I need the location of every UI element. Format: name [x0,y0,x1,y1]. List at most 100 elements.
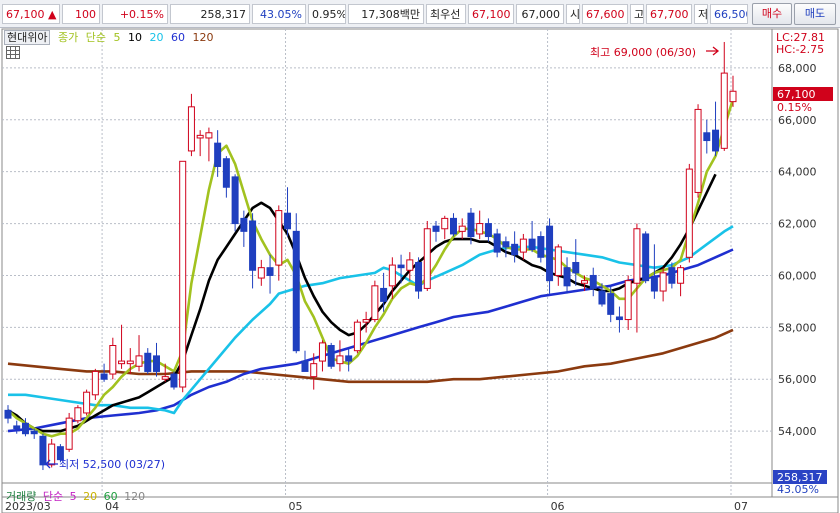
candle-body [467,212,475,238]
last-price-label: 67,100 [777,88,816,101]
volume-label: 거래량 [6,490,37,503]
candle [694,104,702,198]
candle-body [196,134,204,139]
ma-type-label: 단순 [85,31,106,44]
candle [685,163,693,263]
candle-body [720,72,728,149]
current-price: 67,100 [6,8,45,21]
candle-body [257,267,265,279]
candle-body [205,132,213,139]
candle [292,213,300,354]
low-price: 66,500 [710,4,748,24]
legend-ma60[interactable]: 60 [171,31,185,44]
y-tick-label: 60,000 [778,269,817,282]
x-tick-label: 06 [551,500,565,513]
candle [642,231,650,284]
buy-button[interactable]: 매수 [752,3,792,25]
candle-body [362,319,370,323]
volume-ma120[interactable]: 120 [124,490,145,503]
candle-body [642,233,650,282]
stock-chart[interactable]: 68,000 66,000 64,000 62,000 60,000 58,000 56,0… [0,28,840,513]
volume-pct-label: 43.05% [777,483,819,496]
candle-body [449,217,457,235]
candle-body [668,267,676,284]
candle-body [729,90,737,103]
candle-body [109,345,117,375]
volume-ma60[interactable]: 60 [104,490,118,503]
best-ask-price: 67,100 [468,4,514,24]
candle-body [310,363,318,378]
candle-body [30,430,38,435]
candle-body [4,409,12,419]
candle [353,319,361,354]
candle-body [13,425,21,430]
candle-body [406,259,414,271]
candle-body [677,267,685,284]
open-price: 67,600 [582,4,628,24]
high-price: 67,700 [646,4,692,24]
high-annotation: 최고 69,000 (06/30) [590,46,696,59]
candle [423,220,431,292]
legend-ma5[interactable]: 5 [113,31,120,44]
candle [371,280,379,323]
candle [179,160,187,393]
legend-ma120[interactable]: 120 [192,31,213,44]
candle-body [633,228,641,284]
volume-ma20[interactable]: 20 [83,490,97,503]
candle-body [415,261,423,292]
trade-amount: 17,308백만 [348,4,424,24]
candle-body [100,373,108,380]
candle-body [650,277,658,292]
candle [231,174,239,232]
x-tick-label: 05 [289,500,303,513]
turnover-ratio: 0.95% [308,4,346,24]
candle-body [336,355,344,365]
sell-button[interactable]: 매도 [794,3,836,25]
volume-ma5[interactable]: 5 [70,490,77,503]
x-tick-label: 07 [734,500,748,513]
grid-toggle-icon[interactable] [6,46,20,59]
candle-body [519,238,527,253]
y-tick-label: 54,000 [778,425,817,438]
candle-body [502,241,510,248]
candle-body [432,225,440,232]
y-tick-label: 58,000 [778,321,817,334]
candle-body [266,267,274,276]
change-value: 100 [62,4,100,24]
volume-value: 258,317 [170,4,250,24]
candle-body [581,280,589,284]
stock-name[interactable]: 현대위아 [4,30,51,45]
candle-body [598,290,606,305]
candle-body [546,225,554,282]
last-pct-label: 0.15% [777,101,812,114]
candle-body [83,391,91,414]
candle-body [39,435,47,466]
candle-body [484,223,492,238]
candle-body [537,236,545,258]
open-label: 시 [566,4,580,24]
candle-body [554,246,562,276]
close-label: 종가 [57,31,79,44]
candle-body [214,142,222,167]
quote-bar: 67,100 ▲ 100 +0.15% 258,317 43.05% 0.95%… [0,0,840,28]
candle-body [659,272,667,292]
candle-body [187,106,195,152]
candle-body [144,352,152,372]
legend-ma10[interactable]: 10 [128,31,142,44]
candle-body [397,264,405,269]
candle-body [380,287,388,302]
low-annotation: 최저 52,500 (03/27) [59,458,165,471]
candle-body [240,217,248,232]
candle-body [179,160,187,388]
candle [170,371,178,390]
candle-body [563,267,571,287]
best-ask-label: 최우선 [426,4,466,24]
candle-body [91,370,99,396]
low-label: 저 [694,4,708,24]
candle-body [118,360,126,365]
legend-ma20[interactable]: 20 [149,31,163,44]
price-cell: 67,100 ▲ [2,4,60,24]
candle-body [65,417,73,450]
candle-body [152,355,160,372]
candle-body [275,210,283,266]
